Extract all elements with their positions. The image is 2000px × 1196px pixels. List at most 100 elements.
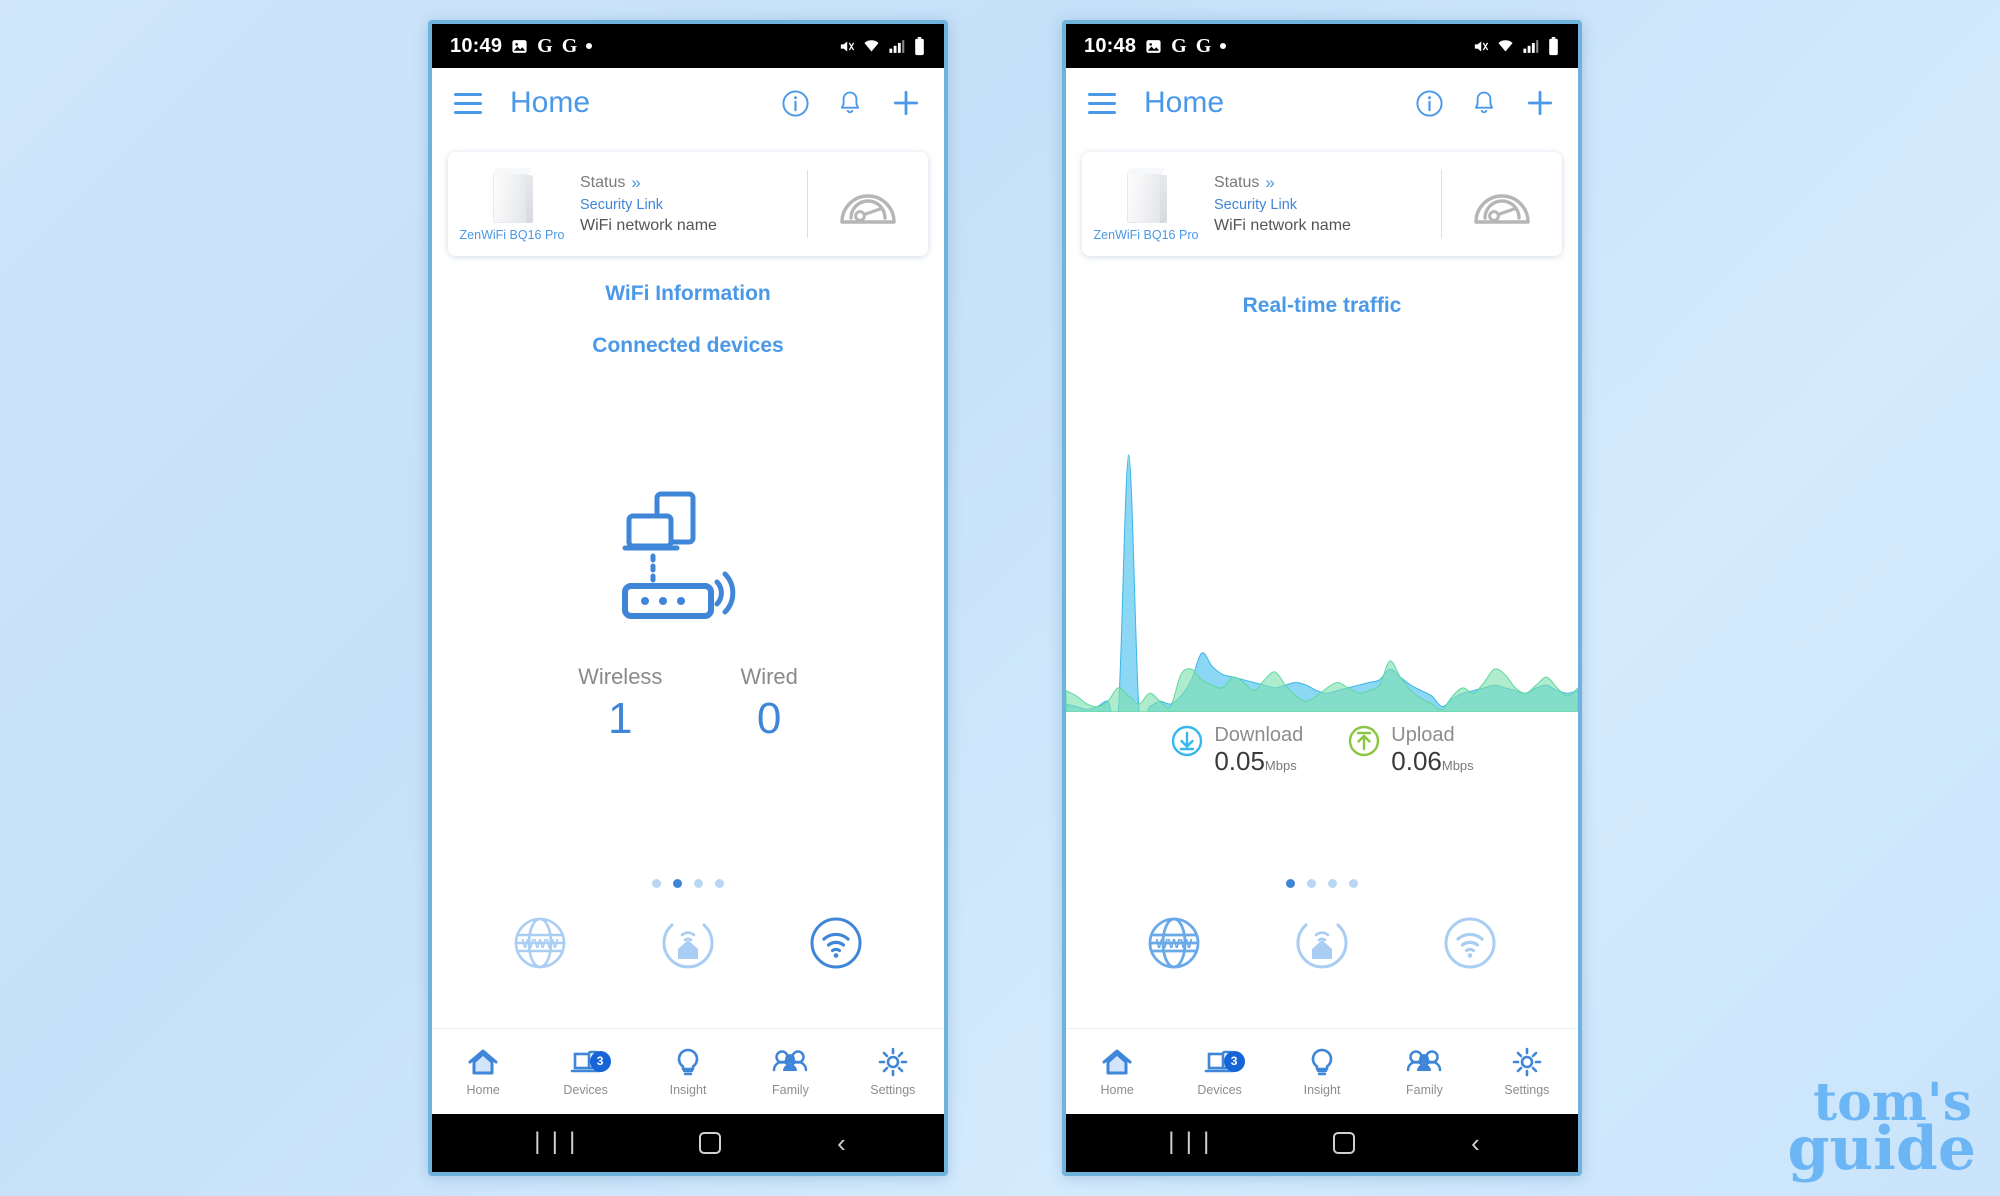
router-status-card[interactable]: ZenWiFi BQ16 Pro Status » Security Link … [448, 152, 928, 256]
page-dot[interactable] [1328, 879, 1337, 888]
android-navigation-bar: ||| ‹ [432, 1114, 944, 1172]
google-g-icon: G [1171, 35, 1187, 57]
security-link[interactable]: Security Link [1214, 197, 1441, 213]
router-device-name: ZenWiFi BQ16 Pro [1093, 227, 1199, 242]
nav-item-settings[interactable]: Settings [1476, 1047, 1578, 1097]
page-dot[interactable] [1307, 879, 1316, 888]
mute-icon [838, 38, 855, 55]
back-icon[interactable]: ‹ [1471, 1130, 1480, 1156]
router-image-block: ZenWiFi BQ16 Pro [448, 158, 576, 250]
status-row[interactable]: Status » [580, 173, 807, 193]
bell-icon[interactable] [836, 89, 864, 117]
nav-item-home[interactable]: Home [432, 1047, 534, 1097]
count-label: Wired [740, 664, 798, 689]
app-bar: Home [1066, 68, 1578, 138]
page-dot[interactable] [715, 879, 724, 888]
status-label: Status [1214, 174, 1260, 191]
bulb-icon [677, 1048, 699, 1075]
svg-text:WWW: WWW [1156, 936, 1194, 951]
family-icon [1407, 1049, 1442, 1071]
signal-icon [1522, 38, 1539, 55]
nav-label: Family [1406, 1082, 1443, 1097]
wifi-network-name: WiFi network name [1214, 217, 1351, 234]
app-bar: Home [432, 68, 944, 138]
upload-stat: Upload 0.06Mbps [1347, 724, 1474, 777]
home-square-icon[interactable] [1332, 1132, 1355, 1154]
speedtest-button[interactable] [808, 158, 928, 250]
family-icon [773, 1049, 808, 1071]
status-bar-time: 10:48 [1084, 34, 1137, 57]
home-square-icon[interactable] [698, 1132, 721, 1154]
battery-icon [1547, 36, 1560, 56]
devices-badge: 3 [1223, 1050, 1245, 1072]
page-dot[interactable] [1349, 879, 1358, 888]
www-globe-icon[interactable]: WWW [512, 915, 568, 976]
nav-item-insight[interactable]: Insight [637, 1047, 739, 1097]
info-icon[interactable] [781, 89, 810, 118]
mute-icon [1472, 38, 1489, 55]
watermark-line-2: guide [1787, 1113, 1977, 1184]
plus-icon[interactable] [890, 87, 922, 119]
bottom-navigation: Home 3 Devices Insight Family Settings [432, 1028, 944, 1114]
page-dot-active[interactable] [1286, 879, 1295, 888]
nav-item-settings[interactable]: Settings [842, 1047, 944, 1097]
image-icon [1145, 38, 1162, 55]
page-dot[interactable] [694, 879, 703, 888]
back-icon[interactable]: ‹ [837, 1130, 846, 1156]
speedtest-button[interactable] [1442, 158, 1562, 250]
link-wifi-information[interactable]: WiFi Information [432, 282, 944, 306]
dot-icon [586, 43, 593, 49]
page-indicator-dots [432, 879, 944, 888]
router-info-block: Status » Security Link WiFi network name [1210, 158, 1441, 250]
watermark-line-1: tom's [1813, 1072, 1972, 1134]
wifi-icon [863, 38, 880, 55]
page-title: Home [1144, 86, 1225, 119]
count-wired: Wired 0 [740, 664, 797, 744]
nav-item-devices[interactable]: 3 Devices [1168, 1047, 1270, 1097]
bell-icon[interactable] [1470, 89, 1498, 117]
count-wireless: Wireless 1 [578, 664, 662, 744]
home-wifi-icon[interactable] [1294, 915, 1350, 976]
status-row[interactable]: Status » [1214, 173, 1441, 193]
nav-label: Settings [1504, 1082, 1550, 1097]
bulb-icon [1311, 1048, 1333, 1075]
www-globe-icon[interactable]: WWW [1146, 915, 1202, 976]
quick-action-row: WWW [1066, 915, 1578, 976]
wifi-circle-icon[interactable] [1442, 915, 1498, 976]
chevron-right-icon: » [1265, 173, 1275, 192]
realtime-traffic-title: Real-time traffic [1242, 294, 1402, 317]
nav-item-home[interactable]: Home [1066, 1047, 1168, 1097]
status-label: Status [580, 174, 626, 191]
page-dot[interactable] [652, 879, 661, 888]
wifi-circle-icon[interactable] [808, 915, 864, 976]
nav-item-devices[interactable]: 3 Devices [534, 1047, 636, 1097]
home-wifi-icon[interactable] [660, 915, 716, 976]
gear-icon [1512, 1047, 1542, 1076]
nav-item-family[interactable]: Family [739, 1047, 841, 1097]
content-area-left: ZenWiFi BQ16 Pro Status » Security Link … [432, 138, 944, 1028]
android-navigation-bar: ||| ‹ [1066, 1114, 1578, 1172]
security-link[interactable]: Security Link [580, 197, 807, 213]
recents-icon[interactable]: ||| [1164, 1130, 1216, 1157]
nav-item-insight[interactable]: Insight [1271, 1047, 1373, 1097]
link-connected-devices[interactable]: Connected devices [432, 334, 944, 358]
page-dot-active[interactable] [673, 879, 682, 888]
plus-icon[interactable] [1524, 87, 1556, 119]
battery-icon [913, 36, 926, 56]
count-label: Wireless [578, 664, 663, 689]
dot-icon [1220, 43, 1227, 49]
signal-icon [888, 38, 905, 55]
hamburger-icon[interactable] [1088, 92, 1116, 114]
info-icon[interactable] [1415, 89, 1444, 118]
devices-illustration [432, 478, 944, 638]
page-title: Home [510, 86, 591, 119]
router-device-image [489, 167, 535, 223]
nav-label: Insight [1303, 1082, 1341, 1097]
hamburger-icon[interactable] [454, 92, 482, 114]
recents-icon[interactable]: ||| [530, 1130, 582, 1157]
nav-item-family[interactable]: Family [1373, 1047, 1475, 1097]
router-status-card[interactable]: ZenWiFi BQ16 Pro Status » Security Link … [1082, 152, 1562, 256]
download-stat: Download 0.05Mbps [1170, 724, 1303, 777]
quick-action-row: WWW [432, 915, 944, 976]
home-icon [1102, 1049, 1132, 1074]
